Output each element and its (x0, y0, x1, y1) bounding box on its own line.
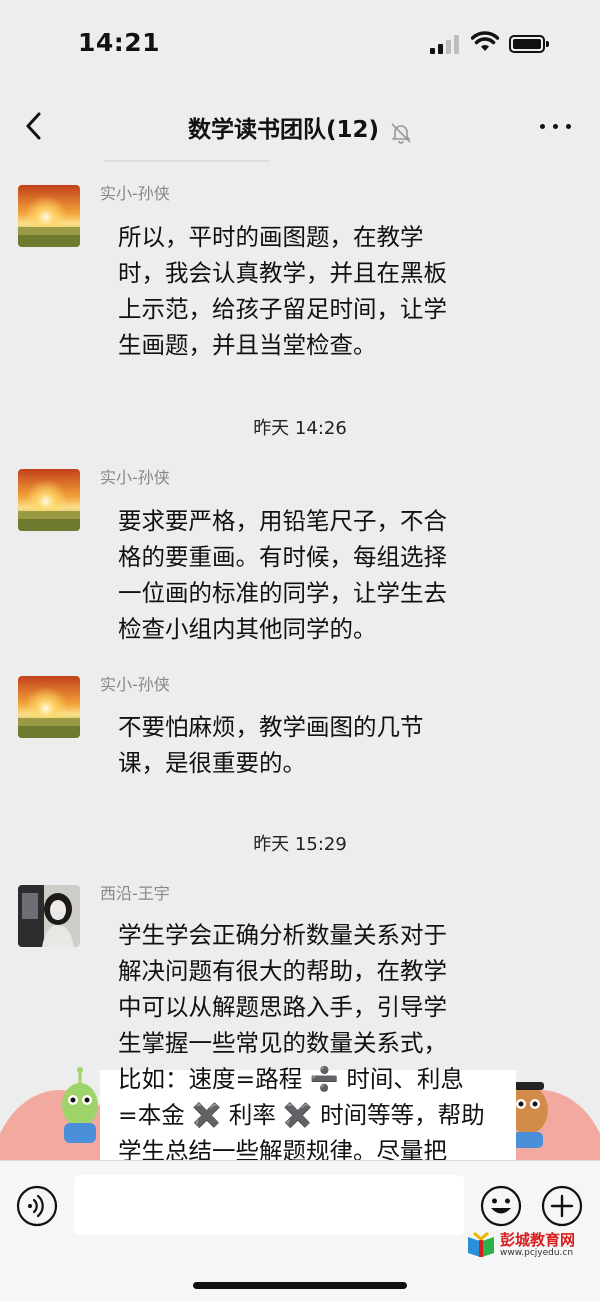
sunset-avatar[interactable] (18, 469, 80, 531)
message-input[interactable] (74, 1175, 464, 1235)
sender-name: 西沿-王宇 (100, 884, 170, 903)
chat-title[interactable]: 数学读书团队(12) (188, 117, 379, 143)
book-logo-icon (468, 1231, 494, 1257)
mute-bell-icon (391, 122, 411, 144)
sender-name: 实小-孙侠 (100, 184, 170, 203)
plus-icon[interactable] (541, 1185, 583, 1227)
cellular-signal-icon (430, 34, 462, 54)
message-text[interactable]: 学生学会正确分析数量关系对于 解决问题有很大的帮助，在教学 中可以从解题思路入手… (118, 917, 485, 1160)
timestamp: 昨天 15:29 (253, 834, 347, 855)
sunset-avatar[interactable] (18, 185, 80, 247)
more-options-icon[interactable] (540, 122, 574, 132)
sunset-avatar[interactable] (18, 676, 80, 738)
title-wrap: 数学读书团队(12) (0, 110, 600, 144)
watermark-title: 彭城教育网 (500, 1231, 576, 1249)
home-indicator (193, 1282, 407, 1289)
emoji-icon[interactable] (480, 1185, 522, 1227)
sender-name: 实小-孙侠 (100, 468, 170, 487)
site-watermark: 彭城教育网 www.pcjyedu.cn (466, 1229, 590, 1263)
chat-header: 数学读书团队(12) (0, 92, 600, 160)
status-time: 14:21 (78, 28, 161, 57)
watermark-url: www.pcjyedu.cn (500, 1248, 574, 1258)
sender-name: 实小-孙侠 (100, 675, 170, 694)
girl-avatar[interactable] (18, 885, 80, 947)
voice-input-icon[interactable] (16, 1185, 58, 1227)
battery-icon (509, 35, 549, 53)
chat-messages[interactable]: 实小-孙侠 所以，平时的画图题，在教学 时，我会认真教学，并且在黑板 上示范，给… (0, 160, 600, 1160)
message-text[interactable]: 所以，平时的画图题，在教学 时，我会认真教学，并且在黑板 上示范，给孩子留足时间… (118, 219, 447, 363)
timestamp: 昨天 14:26 (253, 418, 347, 439)
previous-message-edge (104, 160, 269, 162)
status-bar: 14:21 (0, 0, 600, 90)
message-text[interactable]: 要求要严格，用铅笔尺子，不合 格的要重画。有时候，每组选择 一位画的标准的同学，… (118, 503, 447, 647)
wifi-icon (471, 31, 499, 51)
input-bar: 彭城教育网 www.pcjyedu.cn (0, 1160, 600, 1301)
message-text[interactable]: 不要怕麻烦，教学画图的几节 课，是很重要的。 (118, 709, 424, 781)
